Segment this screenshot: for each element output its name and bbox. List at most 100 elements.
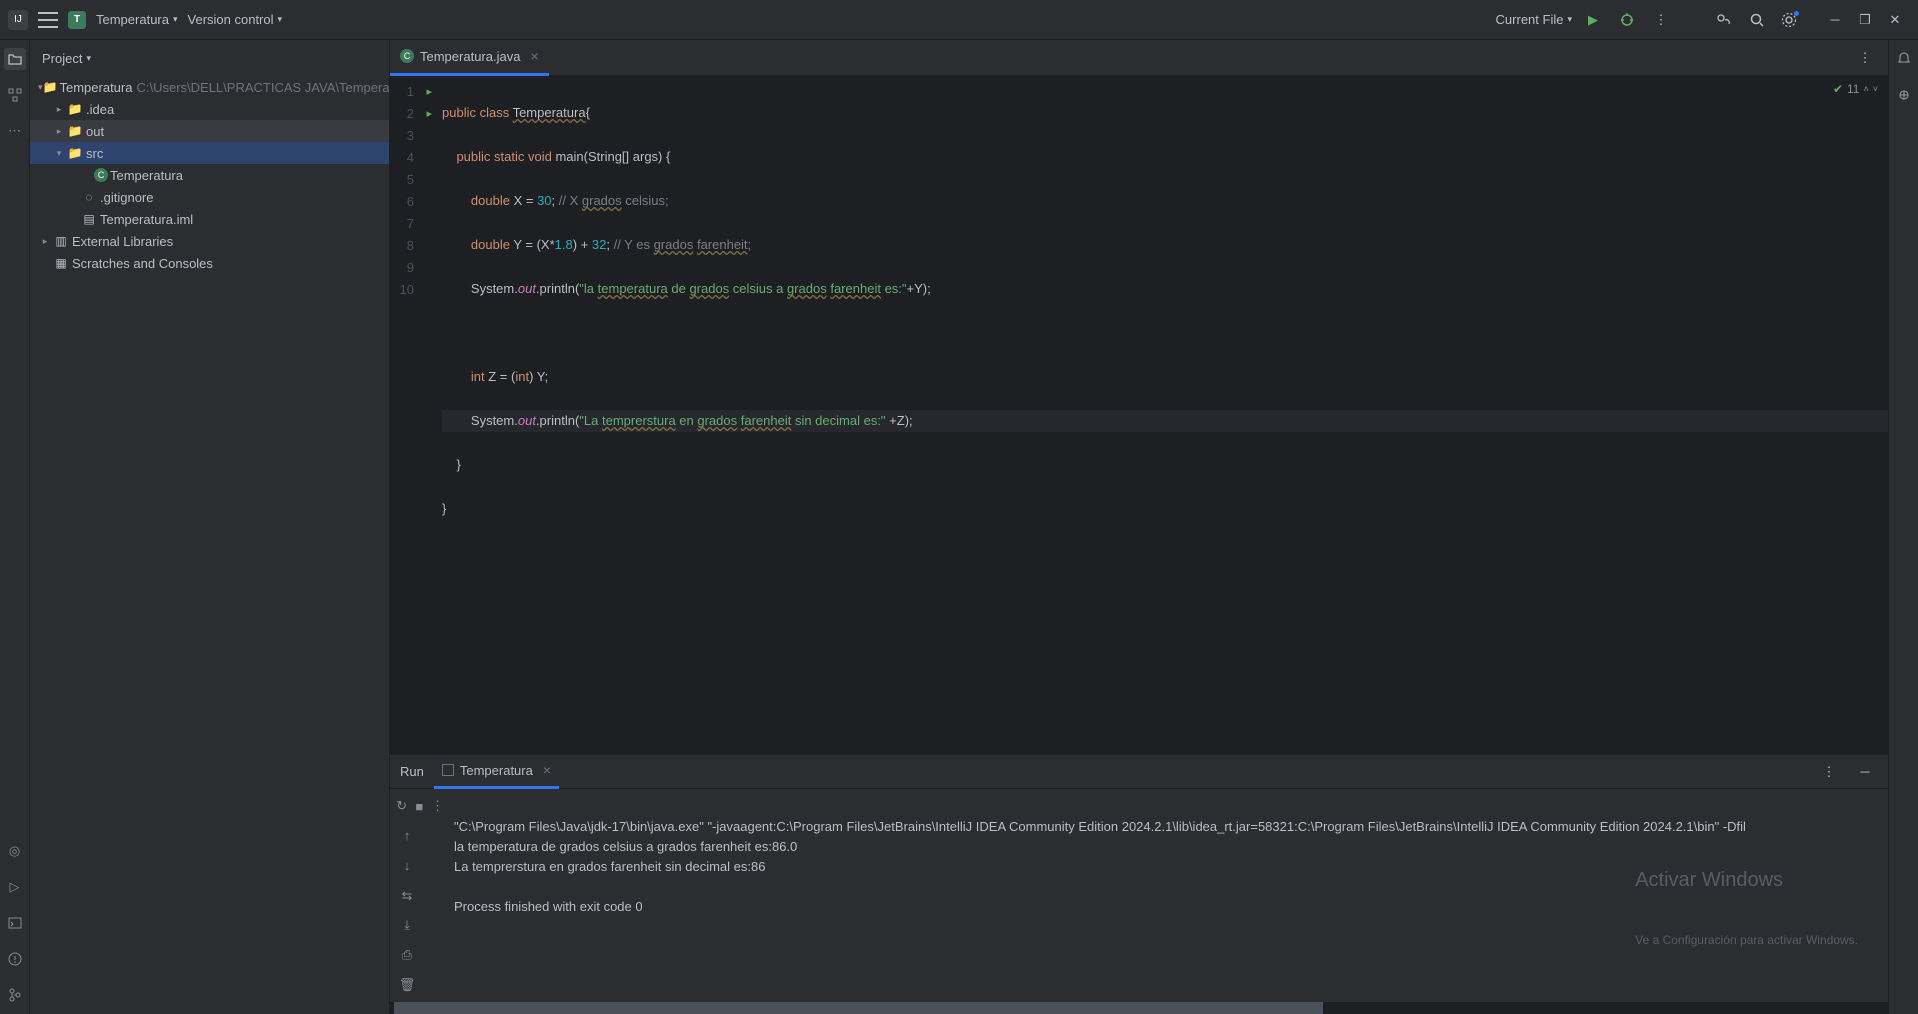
- console-output[interactable]: "C:\Program Files\Java\jdk-17\bin\java.e…: [450, 789, 1888, 1002]
- more-actions-button[interactable]: ⋮: [1648, 7, 1674, 33]
- tree-label: Temperatura.iml: [100, 212, 193, 227]
- problems-tool-button[interactable]: [4, 948, 26, 970]
- line-number: 8: [407, 238, 414, 253]
- folder-icon: 📁: [66, 146, 84, 160]
- run-panel: Run Temperatura × ⋮ ─ ↻ ■ ⋮: [390, 754, 1888, 1014]
- editor-tab-bar: C Temperatura.java × ⋮: [390, 40, 1888, 76]
- tree-label: Scratches and Consoles: [72, 256, 213, 271]
- soft-wrap-button[interactable]: ⇆: [396, 885, 418, 907]
- gutter-run-icon[interactable]: ▸: [426, 107, 432, 120]
- tree-item-out[interactable]: ▸ 📁 out: [30, 120, 389, 142]
- horizontal-scrollbar[interactable]: [390, 1002, 1888, 1014]
- close-tab-button[interactable]: ×: [530, 48, 538, 64]
- folder-icon: [7, 51, 23, 67]
- terminal-tool-button[interactable]: [4, 912, 26, 934]
- line-number: 2: [407, 106, 414, 121]
- folder-icon: 📁: [43, 80, 58, 94]
- clear-button[interactable]: 🗑: [396, 974, 418, 996]
- line-number: 3: [407, 128, 414, 143]
- code-with-me-button[interactable]: [1710, 7, 1736, 33]
- code-editor[interactable]: public class Temperatura{ public static …: [434, 76, 1888, 754]
- editor-tab[interactable]: C Temperatura.java ×: [390, 40, 549, 76]
- line-number: 6: [407, 194, 414, 209]
- scroll-end-button[interactable]: ⤓: [396, 914, 418, 936]
- line-number: 5: [407, 172, 414, 187]
- debug-button[interactable]: [1614, 7, 1640, 33]
- file-icon: ◌: [80, 190, 98, 204]
- down-button[interactable]: ↓: [396, 855, 418, 877]
- scratches-icon: ▦: [52, 256, 70, 270]
- project-panel-header[interactable]: Project ▾: [30, 40, 389, 76]
- tree-root[interactable]: ▾ 📁 Temperatura C:\Users\DELL\PRACTICAS …: [30, 76, 389, 98]
- folder-icon: 📁: [66, 124, 84, 138]
- tree-item-gitignore[interactable]: ◌ .gitignore: [30, 186, 389, 208]
- tree-item-class[interactable]: C Temperatura: [30, 164, 389, 186]
- print-button[interactable]: ⎙: [396, 944, 418, 966]
- project-tool-button[interactable]: [4, 48, 26, 70]
- hide-panel-button[interactable]: ─: [1852, 759, 1878, 785]
- git-icon: [7, 987, 23, 1003]
- close-window-button[interactable]: ✕: [1880, 7, 1910, 33]
- settings-button[interactable]: [1778, 7, 1804, 33]
- line-number: 1: [407, 84, 414, 99]
- tree-scratches[interactable]: ▦ Scratches and Consoles: [30, 252, 389, 274]
- folder-icon: 📁: [66, 102, 84, 116]
- console-text: "C:\Program Files\Java\jdk-17\bin\java.e…: [454, 819, 1746, 914]
- run-toolbar: ↻ ■ ⋮ ↑ ↓ ⇆ ⤓ ⎙ 🗑: [390, 789, 450, 1002]
- tree-label: out: [86, 124, 104, 139]
- project-tree: ▾ 📁 Temperatura C:\Users\DELL\PRACTICAS …: [30, 76, 389, 1014]
- stop-button[interactable]: ■: [414, 795, 426, 817]
- vcs-label: Version control: [188, 12, 274, 27]
- notifications-button[interactable]: [1893, 48, 1915, 70]
- windows-activation-watermark: Activar Windows Ve a Configuración para …: [1635, 830, 1858, 990]
- editor-gutter: 1▸ 2▸ 3 4 5 6 7 8 9 10: [390, 76, 434, 754]
- tree-root-path: C:\Users\DELL\PRACTICAS JAVA\Temperatura: [136, 80, 389, 95]
- tree-item-iml[interactable]: ▤ Temperatura.iml: [30, 208, 389, 230]
- rerun-button[interactable]: ↻: [396, 795, 408, 817]
- minimize-window-button[interactable]: ─: [1820, 7, 1850, 33]
- run-tool-button[interactable]: ▷: [4, 876, 26, 898]
- ide-logo: IJ: [8, 10, 28, 30]
- chevron-down-icon: ▾: [1567, 14, 1572, 25]
- right-tool-rail: [1888, 40, 1918, 1014]
- chevron-right-icon[interactable]: ▸: [38, 236, 52, 247]
- tree-external-libs[interactable]: ▸ ▥ External Libraries: [30, 230, 389, 252]
- editor-area: C Temperatura.java × ⋮ ✔ 11 ˄ ˅ 1▸ 2▸ 3 …: [390, 40, 1888, 1014]
- run-target-dropdown[interactable]: Current File ▾: [1496, 12, 1572, 27]
- warning-icon: [7, 951, 23, 967]
- project-dropdown[interactable]: Temperatura ▾: [96, 12, 178, 27]
- tree-item-src[interactable]: ▾ 📁 src: [30, 142, 389, 164]
- run-target-label: Current File: [1496, 12, 1564, 27]
- run-panel-title: Run: [400, 764, 424, 779]
- search-button[interactable]: [1744, 7, 1770, 33]
- chevron-down-icon: ▾: [86, 53, 91, 64]
- project-panel-title: Project: [42, 51, 82, 66]
- line-number: 4: [407, 150, 414, 165]
- vcs-dropdown[interactable]: Version control ▾: [188, 12, 283, 27]
- more-button[interactable]: ⋮: [431, 795, 444, 817]
- main-menu-icon[interactable]: [38, 12, 58, 28]
- chevron-down-icon: ▾: [278, 14, 283, 25]
- structure-tool-button[interactable]: [4, 84, 26, 106]
- tree-item-idea[interactable]: ▸ 📁 .idea: [30, 98, 389, 120]
- run-panel-more-button[interactable]: ⋮: [1816, 759, 1842, 785]
- watermark-subtitle: Ve a Configuración para activar Windows.: [1635, 930, 1858, 950]
- services-tool-button[interactable]: ◎: [4, 840, 26, 862]
- chevron-right-icon[interactable]: ▸: [52, 126, 66, 137]
- run-button[interactable]: ▶: [1580, 7, 1606, 33]
- watermark-title: Activar Windows: [1635, 870, 1858, 890]
- ai-tool-button[interactable]: [1893, 84, 1915, 106]
- project-panel: Project ▾ ▾ 📁 Temperatura C:\Users\DELL\…: [30, 40, 390, 1014]
- close-tab-button[interactable]: ×: [543, 762, 551, 778]
- git-tool-button[interactable]: [4, 984, 26, 1006]
- up-button[interactable]: ↑: [396, 825, 418, 847]
- chevron-right-icon[interactable]: ▸: [52, 104, 66, 115]
- project-name-label: Temperatura: [96, 12, 169, 27]
- run-config-tab[interactable]: Temperatura ×: [434, 755, 559, 789]
- chevron-down-icon[interactable]: ▾: [52, 148, 66, 159]
- gutter-run-icon[interactable]: ▸: [426, 85, 432, 98]
- maximize-window-button[interactable]: ❐: [1850, 7, 1880, 33]
- line-number: 10: [400, 282, 414, 297]
- more-tool-button[interactable]: ⋯: [4, 120, 26, 142]
- editor-more-button[interactable]: ⋮: [1852, 45, 1878, 71]
